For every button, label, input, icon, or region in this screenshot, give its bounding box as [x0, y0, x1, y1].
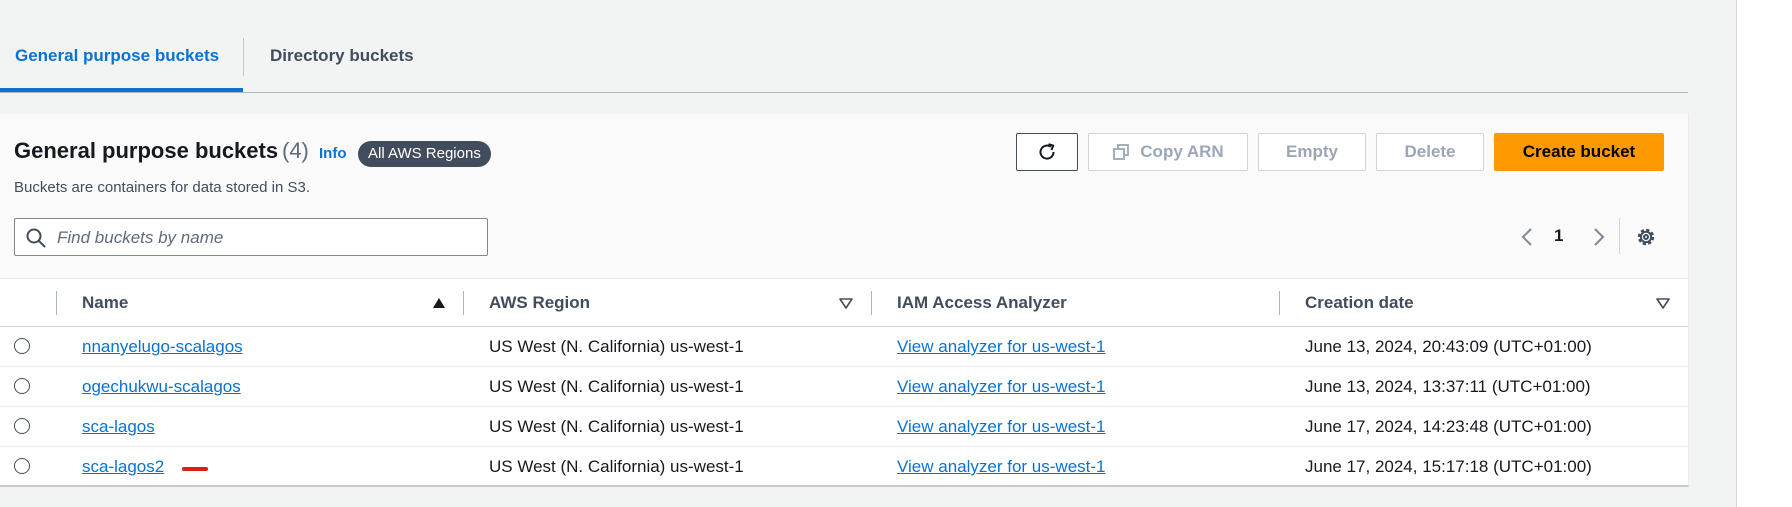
- row-select-radio[interactable]: [14, 378, 30, 394]
- search-icon: [26, 228, 46, 248]
- table-row: nnanyelugo-scalagos US West (N. Californ…: [0, 327, 1688, 367]
- annotation-mark: [182, 467, 208, 471]
- panel-description: Buckets are containers for data stored i…: [14, 179, 310, 196]
- tab-general-purpose-buckets[interactable]: General purpose buckets: [15, 36, 219, 76]
- bucket-region: US West (N. California) us-west-1: [489, 457, 744, 476]
- column-separator[interactable]: [1279, 291, 1280, 315]
- column-header-creation-date[interactable]: Creation date: [1305, 279, 1414, 326]
- row-select-radio[interactable]: [14, 338, 30, 354]
- bucket-region: US West (N. California) us-west-1: [489, 337, 744, 356]
- creation-date: June 17, 2024, 15:17:18 (UTC+01:00): [1305, 457, 1592, 476]
- scrollbar-strip: [1736, 0, 1792, 507]
- refresh-button[interactable]: [1016, 133, 1078, 171]
- copy-icon: [1113, 144, 1130, 160]
- column-header-region[interactable]: AWS Region: [489, 279, 590, 326]
- active-tab-indicator: [0, 88, 243, 92]
- creation-date: June 13, 2024, 13:37:11 (UTC+01:00): [1305, 377, 1591, 396]
- sort-ascending-icon[interactable]: [432, 296, 446, 310]
- creation-date: June 17, 2024, 14:23:48 (UTC+01:00): [1305, 417, 1592, 436]
- region-badge: All AWS Regions: [358, 141, 491, 167]
- column-header-iam-access-analyzer: IAM Access Analyzer: [897, 293, 1067, 312]
- info-link[interactable]: Info: [319, 145, 347, 162]
- table-row: sca-lagos US West (N. California) us-wes…: [0, 407, 1688, 447]
- bucket-name-link[interactable]: sca-lagos: [82, 407, 155, 446]
- settings-icon[interactable]: [1634, 225, 1658, 249]
- panel-header: General purpose buckets (4) Info All AWS…: [0, 114, 1688, 279]
- buckets-panel: General purpose buckets (4) Info All AWS…: [0, 114, 1689, 487]
- bucket-name-link[interactable]: nnanyelugo-scalagos: [82, 327, 243, 366]
- bucket-region: US West (N. California) us-west-1: [489, 417, 744, 436]
- creation-date: June 13, 2024, 20:43:09 (UTC+01:00): [1305, 337, 1592, 356]
- chevron-left-icon[interactable]: [1516, 225, 1540, 249]
- column-separator[interactable]: [463, 291, 464, 315]
- current-page-number[interactable]: 1: [1554, 226, 1563, 246]
- panel-title: General purpose buckets: [14, 138, 279, 163]
- search-input[interactable]: [55, 220, 479, 256]
- search-box: [14, 218, 488, 256]
- bucket-name-link[interactable]: ogechukwu-scalagos: [82, 367, 241, 406]
- refresh-icon: [1039, 143, 1055, 160]
- table-row: sca-lagos2 US West (N. California) us-we…: [0, 447, 1688, 486]
- tab-divider: [243, 38, 244, 76]
- copy-arn-button[interactable]: Copy ARN: [1088, 133, 1248, 171]
- sort-descending-icon[interactable]: [839, 296, 853, 310]
- chevron-right-icon[interactable]: [1586, 225, 1610, 249]
- column-separator: [56, 291, 57, 315]
- table-row: ogechukwu-scalagos US West (N. Californi…: [0, 367, 1688, 407]
- bucket-region: US West (N. California) us-west-1: [489, 377, 744, 396]
- copy-arn-label: Copy ARN: [1140, 142, 1224, 161]
- empty-button[interactable]: Empty: [1258, 133, 1366, 171]
- tab-directory-buckets[interactable]: Directory buckets: [270, 36, 414, 76]
- bucket-count: (4): [282, 138, 309, 163]
- buckets-table: Name AWS Region IAM Access Analyzer Crea…: [0, 279, 1688, 486]
- create-bucket-button[interactable]: Create bucket: [1494, 133, 1664, 171]
- bucket-type-tabs: General purpose buckets Directory bucket…: [0, 0, 1688, 93]
- view-analyzer-link[interactable]: View analyzer for us-west-1: [897, 367, 1106, 406]
- table-header: Name AWS Region IAM Access Analyzer Crea…: [0, 279, 1688, 327]
- row-select-radio[interactable]: [14, 458, 30, 474]
- view-analyzer-link[interactable]: View analyzer for us-west-1: [897, 327, 1106, 366]
- bucket-name-link[interactable]: sca-lagos2: [82, 447, 164, 486]
- pager-divider: [1619, 218, 1620, 254]
- view-analyzer-link[interactable]: View analyzer for us-west-1: [897, 407, 1106, 446]
- view-analyzer-link[interactable]: View analyzer for us-west-1: [897, 447, 1106, 486]
- column-separator[interactable]: [871, 291, 872, 315]
- sort-descending-icon[interactable]: [1656, 296, 1670, 310]
- delete-button[interactable]: Delete: [1376, 133, 1484, 171]
- column-header-name[interactable]: Name: [82, 279, 128, 326]
- row-select-radio[interactable]: [14, 418, 30, 434]
